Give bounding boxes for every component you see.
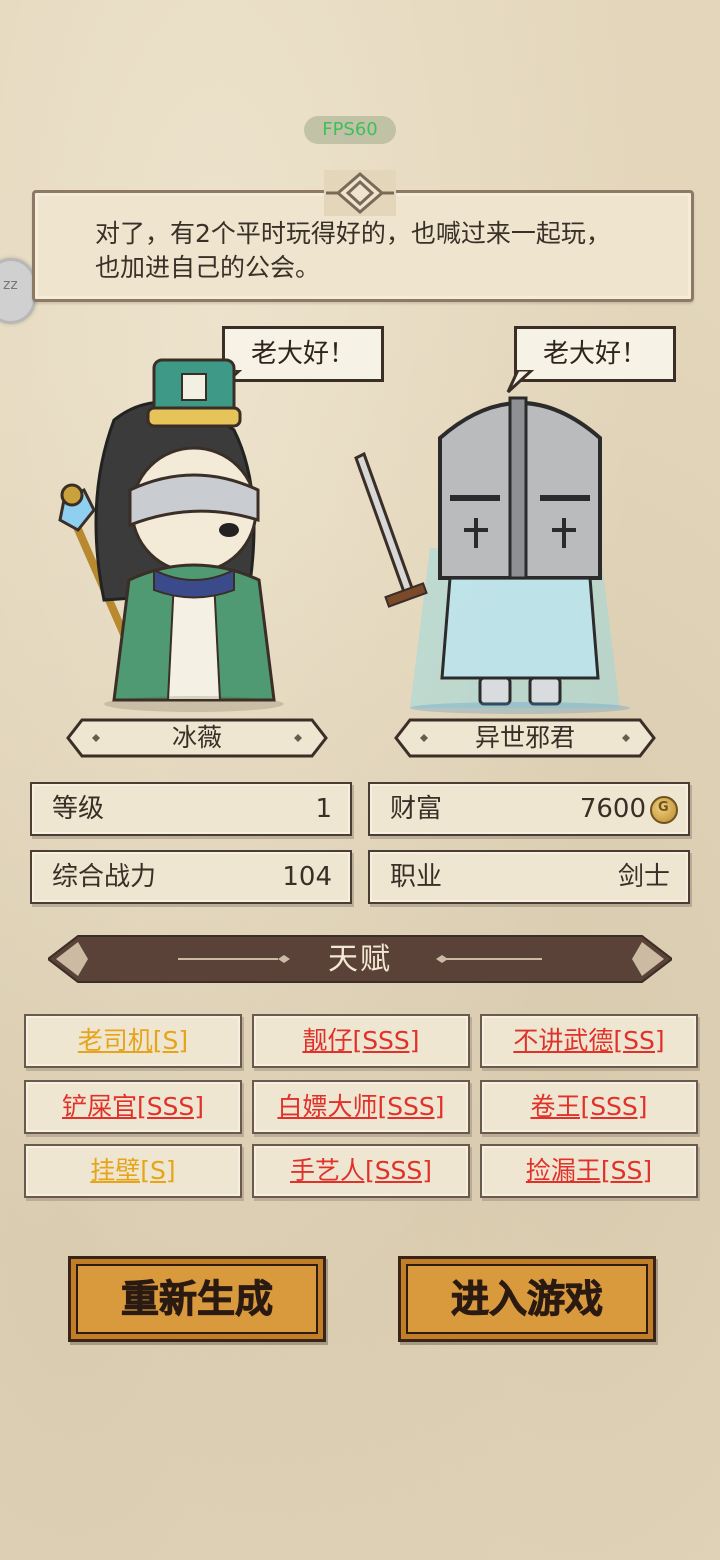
talent-item[interactable]: 挂壁[S]	[24, 1144, 242, 1198]
right-speech-bubble: 老大好！	[514, 326, 676, 382]
stat-level-value: 1	[315, 794, 332, 824]
fps-counter: FPS60	[304, 116, 396, 144]
dialogue-line-1: 对了，有2个平时玩得好的，也喊过来一起玩，	[95, 219, 611, 248]
stat-power: 综合战力 104	[30, 850, 352, 904]
right-character-name: 异世邪君	[474, 723, 575, 752]
stat-level: 等级 1	[30, 782, 352, 836]
talent-item[interactable]: 白嫖大师[SSS]	[252, 1080, 470, 1134]
talent-item[interactable]: 卷王[SSS]	[480, 1080, 698, 1134]
talent-header-label: 天赋	[328, 942, 392, 977]
talent-item[interactable]: 捡漏王[SS]	[480, 1144, 698, 1198]
stat-wealth: 财富 7600	[368, 782, 690, 836]
stat-wealth-label: 财富	[390, 794, 443, 824]
dialogue-ornament-icon	[324, 170, 396, 216]
regenerate-button[interactable]: 重新生成	[68, 1256, 326, 1342]
enter-game-button[interactable]: 进入游戏	[398, 1256, 656, 1342]
stat-class-label: 职业	[390, 862, 443, 892]
dialogue-line-2: 也加进自己的公会。	[95, 253, 321, 282]
talent-item[interactable]: 手艺人[SSS]	[252, 1144, 470, 1198]
stat-class-value: 剑士	[617, 862, 670, 892]
side-bubble-label: zz	[3, 277, 18, 293]
stat-power-label: 综合战力	[52, 862, 157, 892]
talent-section-header: 天赋	[48, 934, 672, 984]
talent-item[interactable]: 铲屎官[SSS]	[24, 1080, 242, 1134]
talent-item[interactable]: 不讲武德[SS]	[480, 1014, 698, 1068]
side-chat-bubble[interactable]: zz	[0, 258, 36, 324]
knight-character-icon	[354, 396, 630, 714]
stat-class: 职业 剑士	[368, 850, 690, 904]
stat-wealth-value: 7600	[579, 794, 646, 824]
dialogue-text: 对了，有2个平时玩得好的，也喊过来一起玩， 也加进自己的公会。	[95, 217, 655, 285]
right-speech-text: 老大好！	[542, 339, 647, 369]
stat-level-label: 等级	[52, 794, 105, 824]
left-character-name: 冰薇	[171, 723, 222, 752]
talent-item[interactable]: 老司机[S]	[24, 1014, 242, 1068]
stat-power-value: 104	[282, 862, 332, 892]
bishop-character-icon	[58, 358, 284, 712]
talent-item[interactable]: 靓仔[SSS]	[252, 1014, 470, 1068]
gold-coin-icon	[650, 796, 678, 824]
